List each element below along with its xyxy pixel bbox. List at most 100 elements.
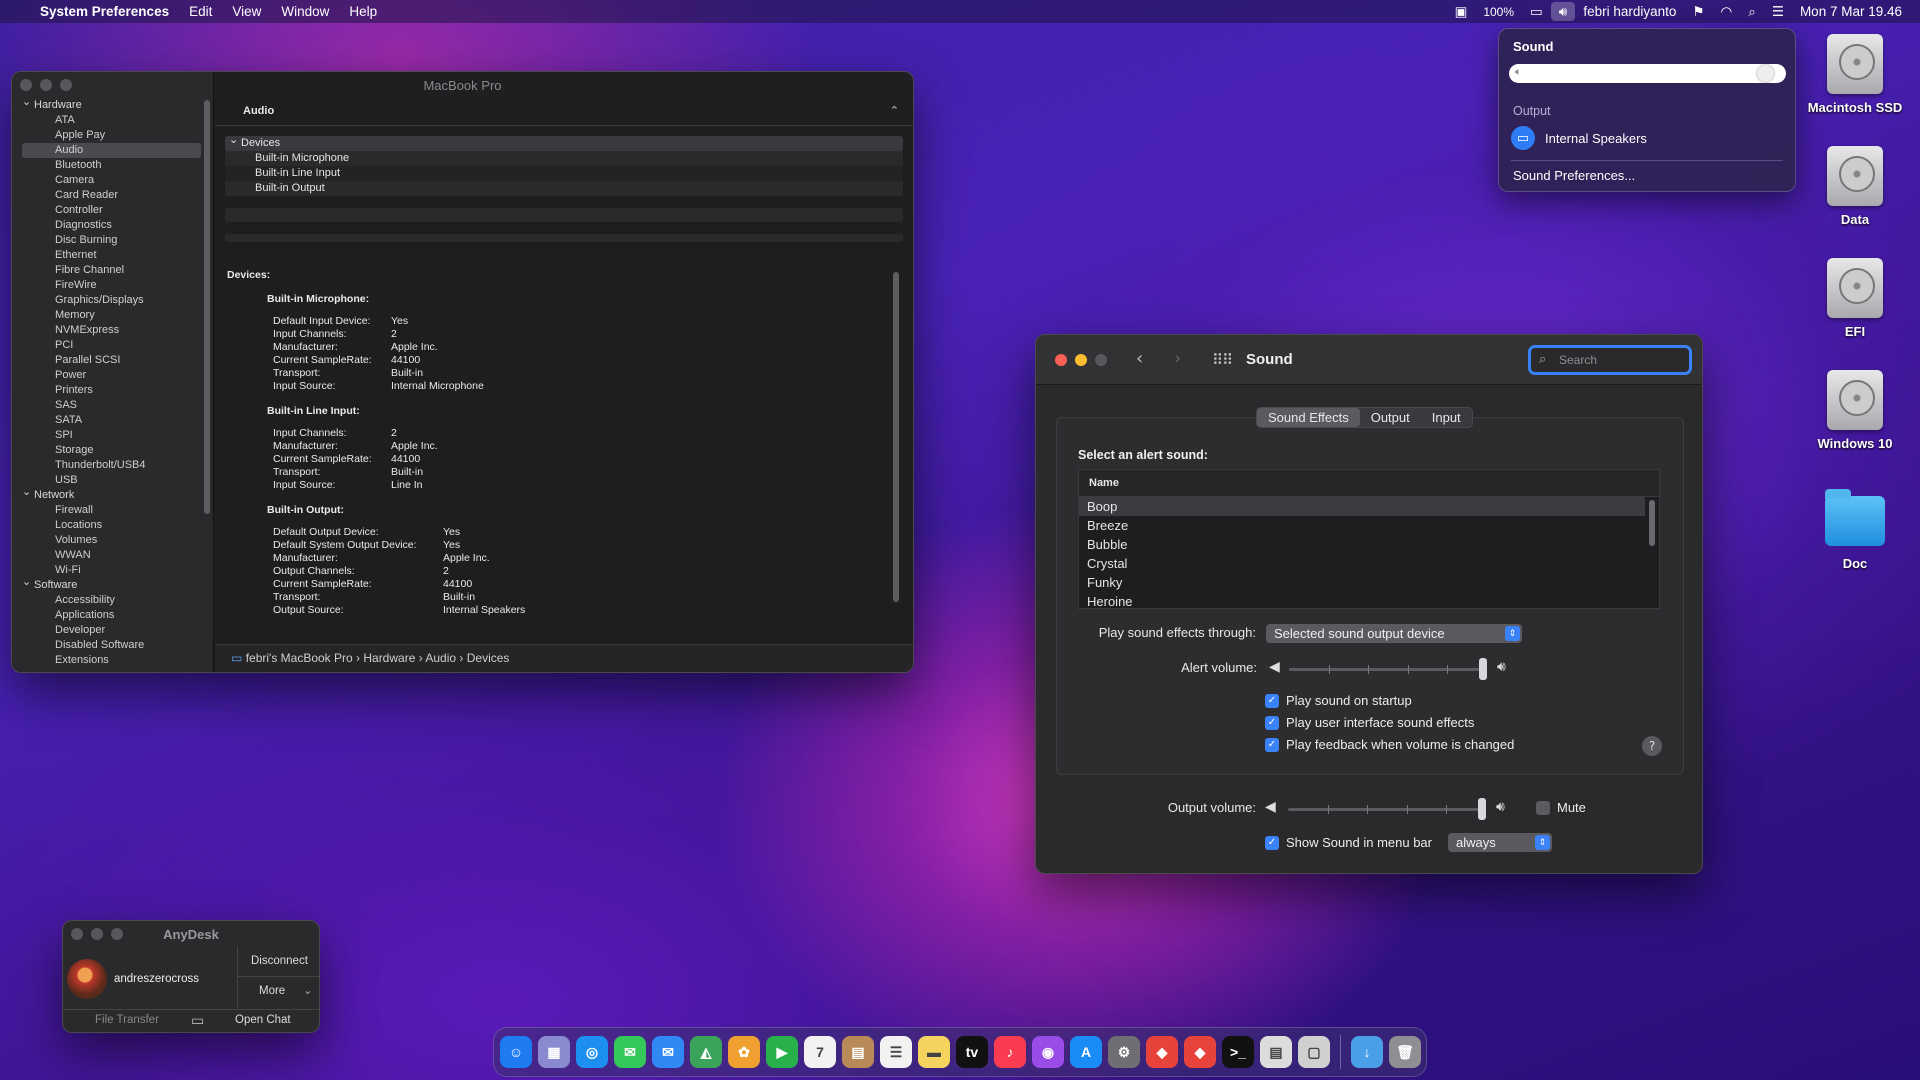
dock-music-icon[interactable]: ♪ [994,1036,1026,1068]
volume-feedback-checkbox[interactable]: ✓ Play feedback when volume is changed [1265,737,1514,752]
details-scrollbar[interactable] [893,272,899,602]
tree-item[interactable]: Thunderbolt/USB4 [12,458,207,473]
dock-calendar-icon[interactable]: 7 [804,1036,836,1068]
desktop-folder-doc[interactable]: Doc [1795,488,1915,571]
dock-trash-icon[interactable]: 🗑︎ [1389,1036,1421,1068]
dock-finder-icon[interactable]: ☺ [500,1036,532,1068]
tree-item[interactable]: Extensions [12,653,207,668]
menu-help[interactable]: Help [339,4,387,19]
column-header-name[interactable]: Name [1079,470,1659,497]
search-input[interactable]: ⌕ Search [1528,345,1692,375]
disconnect-button[interactable]: Disconnect [251,955,308,967]
tree-item[interactable]: Controller [12,203,207,218]
speaker-device-icon[interactable]: ▭ [1511,126,1535,150]
user-menu[interactable]: febri hardiyanto [1575,4,1684,19]
dock-safari-icon[interactable]: ◎ [576,1036,608,1068]
sound-menu-icon[interactable]: 🔊︎ [1550,2,1576,21]
file-transfer-button[interactable]: File Transfer [95,1014,159,1026]
dock-maps-icon[interactable]: ◭ [690,1036,722,1068]
chevron-down-icon[interactable]: ⌄ [303,983,313,997]
open-chat-button[interactable]: Open Chat [235,1014,291,1026]
tree-item[interactable]: Audio [22,143,201,158]
sound-preferences-link[interactable]: Sound Preferences... [1513,168,1635,183]
tree-item[interactable]: Camera [12,173,207,188]
tree-item[interactable]: Applications [12,608,207,623]
tree-item[interactable]: SATA [12,413,207,428]
dock-messages-icon[interactable]: ✉ [614,1036,646,1068]
show-in-menubar-select[interactable]: always ⇕ [1448,833,1552,852]
devices-group-row[interactable]: Devices [225,133,903,151]
tree-item[interactable]: Disabled Software [12,638,207,653]
desktop-disk-efi[interactable]: EFI [1795,258,1915,339]
battery-percent[interactable]: 100% [1475,5,1522,19]
tree-item[interactable]: Power [12,368,207,383]
tab-sound-effects[interactable]: Sound Effects [1257,408,1360,427]
startup-sound-checkbox[interactable]: ✓ Play sound on startup [1265,693,1412,708]
wifi-icon[interactable]: ◠ [1712,4,1740,20]
alert-volume-knob[interactable] [1479,658,1487,680]
output-volume-slider[interactable] [1288,798,1486,820]
ui-sound-effects-checkbox[interactable]: ✓ Play user interface sound effects [1265,715,1474,730]
tree-item[interactable]: Volumes [12,533,207,548]
menu-window[interactable]: Window [271,4,339,19]
dock-installer-icon[interactable]: ▢ [1298,1036,1330,1068]
flag-icon[interactable]: ⚑ [1684,4,1712,20]
device-row[interactable]: Built-in Microphone [225,151,903,166]
tree-item[interactable]: Storage [12,443,207,458]
alert-sound-row[interactable]: Funky [1079,573,1645,592]
dock-app-store-icon[interactable]: A [1070,1036,1102,1068]
dock-podcasts-icon[interactable]: ◉ [1032,1036,1064,1068]
zoom-button[interactable] [1095,354,1107,366]
alert-sound-row[interactable]: Boop [1079,497,1645,516]
tree-item[interactable]: Graphics/Displays [12,293,207,308]
dock-preview-icon[interactable]: ▤ [1260,1036,1292,1068]
alert-volume-slider[interactable] [1289,658,1487,680]
help-button[interactable]: ? [1642,736,1662,756]
tree-item[interactable]: Diagnostics [12,218,207,233]
tab-input[interactable]: Input [1421,408,1472,427]
dock-facetime-icon[interactable]: ▶ [766,1036,798,1068]
tree-category-hardware[interactable]: Hardware [12,95,207,113]
device-row[interactable]: Built-in Line Input [225,166,903,181]
tree-item[interactable]: Wi-Fi [12,563,207,578]
tree-item[interactable]: SAS [12,398,207,413]
tree-item[interactable]: PCI [12,338,207,353]
tree-item[interactable]: ATA [12,113,207,128]
desktop-disk-windows[interactable]: Windows 10 [1795,370,1915,451]
battery-icon[interactable]: ▭ [1522,4,1551,20]
dock-tv-icon[interactable]: tv [956,1036,988,1068]
dock-terminal-icon[interactable]: >_ [1222,1036,1254,1068]
volume-slider[interactable]: 🔈︎ [1509,64,1786,83]
more-button[interactable]: More [259,985,285,997]
path-text[interactable]: febri's MacBook Pro › Hardware › Audio ›… [246,651,510,665]
alert-sound-row[interactable]: Bubble [1079,535,1645,554]
dock-notes-icon[interactable]: ▬ [918,1036,950,1068]
tree-item[interactable]: Disc Burning [12,233,207,248]
tree-item[interactable]: Ethernet [12,248,207,263]
spotlight-icon[interactable]: ⌕ [1740,4,1764,20]
activity-icon[interactable]: ▣ [1447,4,1476,20]
section-header[interactable]: Audio ⌃ [215,96,913,126]
tree-item[interactable]: USB [12,473,207,488]
back-icon[interactable]: ‹ [1136,348,1143,369]
menu-view[interactable]: View [222,4,271,19]
dock-anydesk-icon[interactable]: ◆ [1184,1036,1216,1068]
alert-sound-row[interactable]: Crystal [1079,554,1645,573]
sidebar-scrollbar[interactable] [204,100,210,514]
tree-item[interactable]: SPI [12,428,207,443]
tree-item[interactable]: Bluetooth [12,158,207,173]
tree-item[interactable]: FireWire [12,278,207,293]
tree-item[interactable]: Developer [12,623,207,638]
tree-item[interactable]: Firewall [12,503,207,518]
tree-item[interactable]: Fibre Channel [12,263,207,278]
collapse-icon[interactable]: ⌃ [890,96,899,126]
show-in-menubar-checkbox[interactable]: ✓ Show Sound in menu bar [1265,835,1432,850]
desktop-disk-macintosh-ssd[interactable]: Macintosh SSD [1795,34,1915,115]
dock-contacts-icon[interactable]: ▤ [842,1036,874,1068]
output-device-item[interactable]: Internal Speakers [1545,131,1647,146]
dock-downloads-icon[interactable]: ↓ [1351,1036,1383,1068]
tree-item[interactable]: NVMExpress [12,323,207,338]
app-menu[interactable]: System Preferences [30,4,179,19]
menu-edit[interactable]: Edit [179,4,222,19]
forward-icon[interactable]: › [1174,348,1181,369]
